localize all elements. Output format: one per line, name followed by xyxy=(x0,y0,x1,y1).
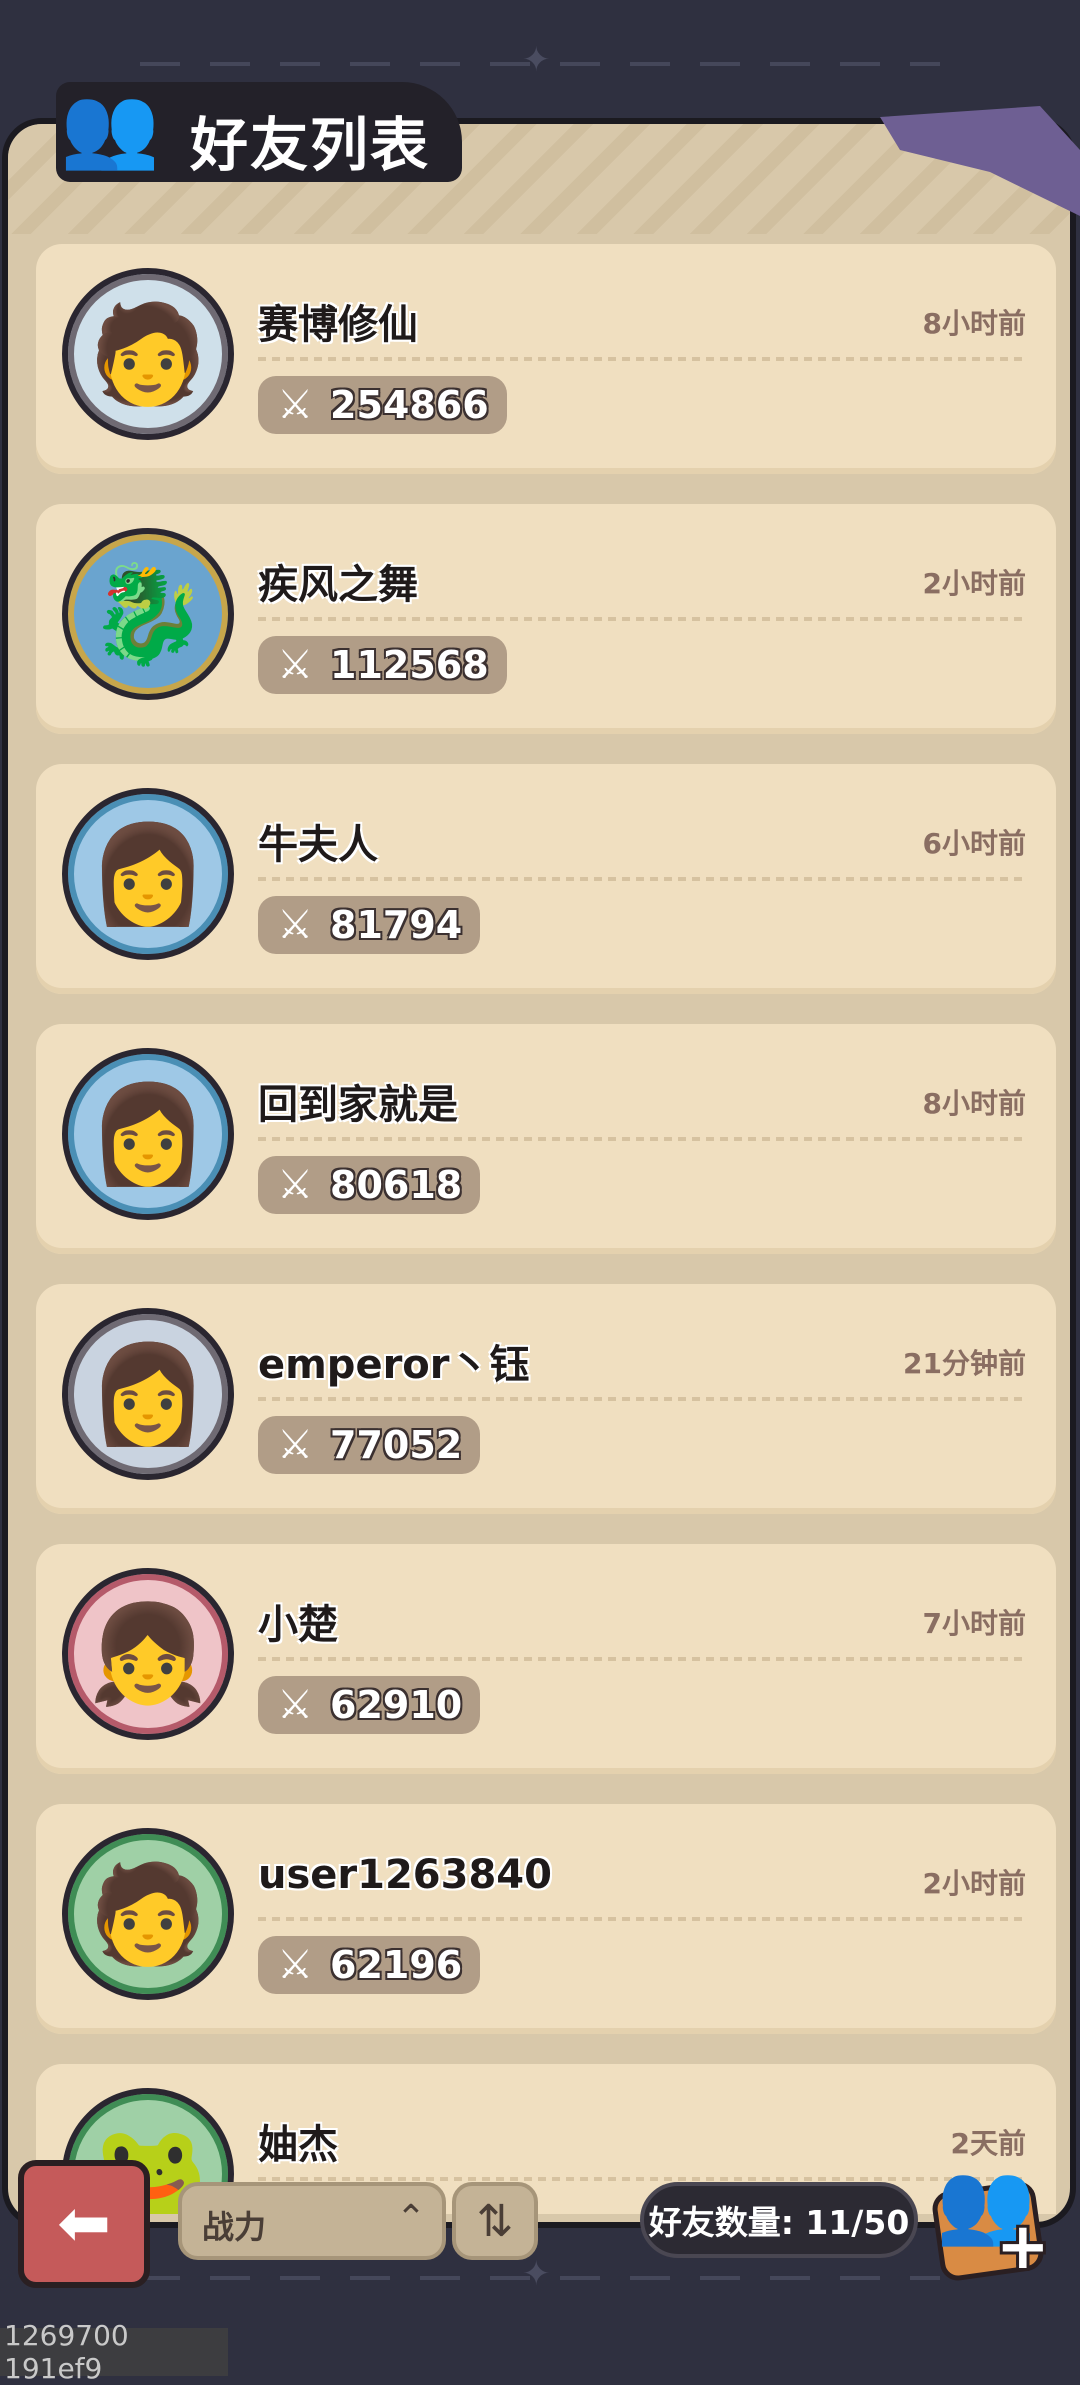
plus-icon: + xyxy=(996,2210,1050,2284)
last-online-time: 8小时前 xyxy=(922,1087,1026,1120)
dotted-divider xyxy=(258,877,1026,881)
last-online-time: 2小时前 xyxy=(922,567,1026,600)
sword-shield-icon: ⚔ xyxy=(277,382,313,428)
last-online-time: 6小时前 xyxy=(922,827,1026,860)
avatar-portrait: 👩 xyxy=(88,818,208,930)
power-badge: ⚔ 77052 xyxy=(258,1416,481,1474)
power-value: 81794 xyxy=(330,903,463,947)
power-value: 77052 xyxy=(330,1423,463,1467)
friend-list[interactable]: 🧑 赛博修仙 8小时前 ⚔ 254866 🐉 疾风之舞 2小时前 ⚔ 112568 👩 牛夫人 6小时前… xyxy=(36,224,1056,2214)
power-value: 254866 xyxy=(330,383,489,427)
power-badge: ⚔ 62196 xyxy=(258,1936,481,1994)
sword-shield-icon: ⚔ xyxy=(277,642,313,688)
friend-name: 疾风之舞 xyxy=(258,562,418,608)
dotted-divider xyxy=(258,1917,1026,1921)
friend-name: user1263840 xyxy=(258,1852,552,1898)
friend-avatar[interactable]: 👩 xyxy=(62,1308,234,1480)
friend-name: 妯杰 xyxy=(258,2122,338,2168)
last-online-time: 21分钟前 xyxy=(903,1347,1026,1380)
add-friend-button[interactable]: 👥 + xyxy=(930,2156,1070,2286)
power-badge: ⚔ 80618 xyxy=(258,1156,481,1214)
sword-shield-icon: ⚔ xyxy=(277,902,313,948)
caret-up-icon: ⌃ xyxy=(395,2198,426,2239)
power-value: 62910 xyxy=(330,1683,463,1727)
avatar-portrait: 👩 xyxy=(88,1338,208,1450)
back-arrow-icon: ⬅ xyxy=(57,2187,111,2261)
debug-overlay: 1269700 191ef9 xyxy=(0,2319,228,2385)
friend-card[interactable]: 🧑 user1263840 2小时前 ⚔ 62196 xyxy=(36,1804,1056,2034)
friend-card[interactable]: 🐉 疾风之舞 2小时前 ⚔ 112568 xyxy=(36,504,1056,734)
friend-avatar[interactable]: 👩 xyxy=(62,1048,234,1220)
sort-order-button[interactable]: ⇅ xyxy=(452,2182,538,2260)
power-value: 112568 xyxy=(330,643,489,687)
friend-name: 小楚 xyxy=(258,1602,338,1648)
last-online-time: 7小时前 xyxy=(922,1607,1026,1640)
dotted-divider xyxy=(258,2177,1026,2181)
friend-name: 赛博修仙 xyxy=(258,302,418,348)
avatar-portrait: 👧 xyxy=(88,1598,208,1710)
friend-count-badge: 好友数量: 11/50 xyxy=(640,2182,918,2258)
friend-avatar[interactable]: 👧 xyxy=(62,1568,234,1740)
friend-list-panel: 🧑 赛博修仙 8小时前 ⚔ 254866 🐉 疾风之舞 2小时前 ⚔ 112568 👩 牛夫人 6小时前… xyxy=(2,118,1076,2228)
friend-name: 回到家就是 xyxy=(258,1082,458,1128)
sword-shield-icon: ⚔ xyxy=(277,1942,313,1988)
dotted-divider xyxy=(258,1397,1026,1401)
power-badge: ⚔ 81794 xyxy=(258,896,481,954)
top-star-icon: ✦ xyxy=(522,40,551,80)
avatar-portrait: 🧑 xyxy=(88,1858,208,1970)
sword-shield-icon: ⚔ xyxy=(277,1682,313,1728)
last-online-time: 2小时前 xyxy=(922,1867,1026,1900)
friend-card[interactable]: 👩 牛夫人 6小时前 ⚔ 81794 xyxy=(36,764,1056,994)
friend-avatar[interactable]: 🧑 xyxy=(62,268,234,440)
last-online-time: 8小时前 xyxy=(922,307,1026,340)
friend-name: emperor丶钰 xyxy=(258,1342,530,1388)
friend-name: 牛夫人 xyxy=(258,822,378,868)
avatar-portrait: 🐉 xyxy=(88,558,208,670)
power-badge: ⚔ 254866 xyxy=(258,376,507,434)
friend-card[interactable]: 🧑 赛博修仙 8小时前 ⚔ 254866 xyxy=(36,244,1056,474)
sort-order-icon: ⇅ xyxy=(476,2195,514,2247)
power-value: 62196 xyxy=(330,1943,463,1987)
page-title: 好友列表 xyxy=(190,111,431,179)
bottom-star-icon: ✦ xyxy=(522,2254,551,2294)
sort-label: 战力 xyxy=(202,2208,267,2246)
back-button[interactable]: ⬅ xyxy=(18,2160,150,2288)
avatar-portrait: 👩 xyxy=(88,1078,208,1190)
dotted-divider xyxy=(258,357,1026,361)
friends-icon: 👥 xyxy=(60,80,160,173)
avatar-portrait: 🧑 xyxy=(88,298,208,410)
friend-avatar[interactable]: 🧑 xyxy=(62,1828,234,2000)
power-badge: ⚔ 62910 xyxy=(258,1676,481,1734)
power-value: 80618 xyxy=(330,1163,463,1207)
dotted-divider xyxy=(258,1137,1026,1141)
friend-avatar[interactable]: 🐉 xyxy=(62,528,234,700)
friend-count-text: 好友数量: 11/50 xyxy=(648,2203,910,2242)
power-badge: ⚔ 112568 xyxy=(258,636,507,694)
dotted-divider xyxy=(258,1657,1026,1661)
friend-card[interactable]: 👩 emperor丶钰 21分钟前 ⚔ 77052 xyxy=(36,1284,1056,1514)
friend-card[interactable]: 👩 回到家就是 8小时前 ⚔ 80618 xyxy=(36,1024,1056,1254)
dotted-divider xyxy=(258,617,1026,621)
sword-shield-icon: ⚔ xyxy=(277,1422,313,1468)
friend-avatar[interactable]: 👩 xyxy=(62,788,234,960)
sort-dropdown[interactable]: 战力 ⌃ xyxy=(178,2182,446,2260)
sword-shield-icon: ⚔ xyxy=(277,1162,313,1208)
friend-card[interactable]: 👧 小楚 7小时前 ⚔ 62910 xyxy=(36,1544,1056,1774)
